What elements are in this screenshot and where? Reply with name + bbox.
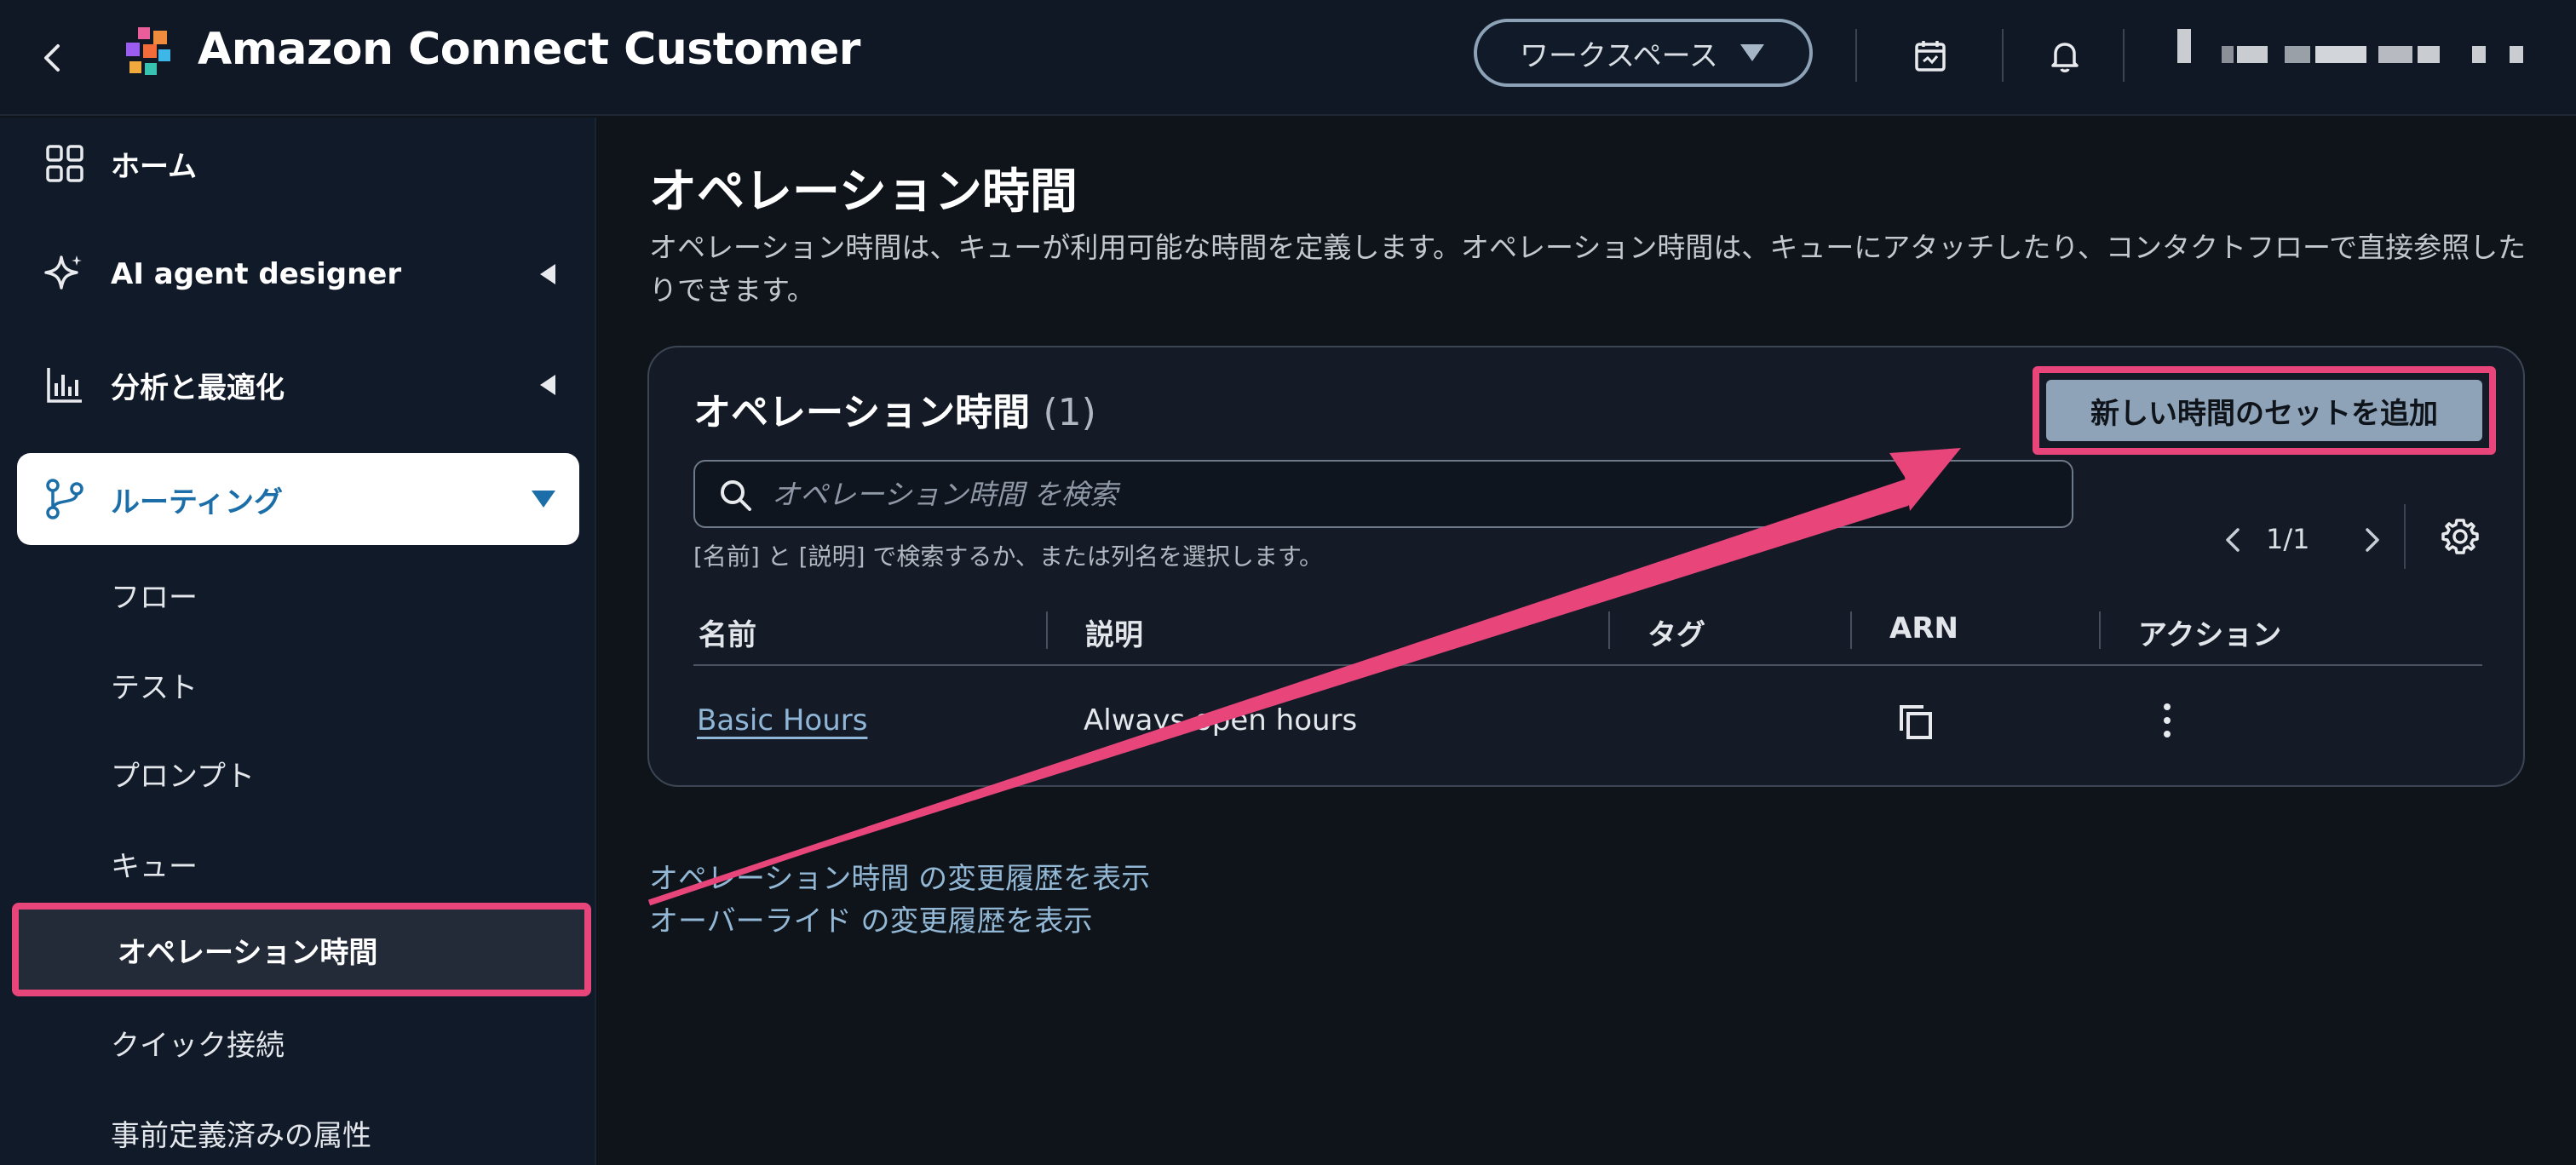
sidebar: ホーム AI agent designer 分析と最適化 ルーティング フロー … bbox=[0, 118, 596, 1165]
grid-icon bbox=[41, 140, 89, 187]
column-divider bbox=[1046, 611, 1048, 649]
previous-page-button[interactable] bbox=[2208, 514, 2259, 565]
sidebar-item-home[interactable]: ホーム bbox=[17, 118, 579, 209]
add-hours-button[interactable]: 新しい時間のセットを追加 bbox=[2046, 380, 2482, 441]
bell-icon bbox=[2051, 43, 2079, 72]
column-header-tags[interactable]: タグ bbox=[1647, 611, 1705, 653]
sidebar-subitem-label: テスト bbox=[111, 670, 198, 705]
table-settings-button[interactable] bbox=[2433, 509, 2487, 564]
page-title: オペレーション時間 bbox=[649, 164, 1078, 220]
kebab-dot-icon bbox=[2164, 703, 2171, 710]
sidebar-subitem-label: キュー bbox=[111, 849, 198, 884]
kebab-dot-icon bbox=[2164, 731, 2171, 737]
bar-chart-icon bbox=[41, 361, 89, 409]
amazon-connect-logo bbox=[126, 27, 170, 75]
hours-table-card: オペレーション時間 (1) 新しい時間のセットを追加 [名前] と [説明] で… bbox=[647, 346, 2525, 787]
card-title-text: オペレーション時間 bbox=[693, 391, 1031, 434]
back-button[interactable] bbox=[29, 34, 77, 82]
sidebar-item-analytics[interactable]: 分析と最適化 bbox=[17, 339, 579, 431]
row-name-link[interactable]: Basic Hours bbox=[697, 703, 867, 737]
sidebar-subitem-quick-connects[interactable]: クイック接続 bbox=[17, 1001, 579, 1083]
sidebar-subitem-flows[interactable]: フロー bbox=[17, 554, 579, 635]
gear-icon bbox=[2441, 519, 2479, 554]
workspace-button[interactable]: ワークスペース bbox=[1474, 19, 1813, 87]
column-divider bbox=[1608, 611, 1610, 649]
table-header: 名前 説明 タグ ARN アクション bbox=[693, 596, 2482, 664]
caret-left-icon bbox=[540, 264, 555, 284]
sidebar-item-label: ホーム bbox=[111, 149, 197, 184]
sidebar-subitem-test[interactable]: テスト bbox=[17, 644, 579, 726]
column-header-name[interactable]: 名前 bbox=[699, 611, 756, 653]
user-menu[interactable] bbox=[2177, 29, 2535, 72]
column-divider bbox=[2099, 611, 2101, 649]
sidebar-subitem-label: クイック接続 bbox=[111, 1028, 285, 1063]
sidebar-item-label: ルーティング bbox=[111, 485, 283, 519]
card-count: (1) bbox=[1043, 391, 1096, 434]
routing-icon bbox=[41, 475, 89, 523]
page-indicator: 1/1 bbox=[2266, 523, 2310, 555]
app-title: Amazon Connect Customer bbox=[198, 24, 860, 75]
sidebar-item-label: AI agent designer bbox=[111, 257, 402, 291]
copy-arn-icon[interactable] bbox=[1895, 700, 1939, 744]
divider bbox=[2002, 29, 2004, 82]
sidebar-subitem-predefined-attributes[interactable]: 事前定義済みの属性 bbox=[17, 1092, 579, 1165]
sidebar-subitem-label: オペレーション時間 bbox=[118, 935, 378, 970]
sidebar-subitem-hours-of-operation[interactable]: オペレーション時間 bbox=[12, 903, 591, 996]
override-history-link[interactable]: オーバーライド の変更履歴を表示 bbox=[649, 898, 1092, 939]
sidebar-subitem-prompts[interactable]: プロンプト bbox=[17, 732, 579, 814]
hours-history-link[interactable]: オペレーション時間 の変更履歴を表示 bbox=[649, 855, 1150, 897]
column-header-arn[interactable]: ARN bbox=[1889, 611, 1958, 646]
search-input[interactable] bbox=[772, 462, 2050, 526]
calendar-icon bbox=[1915, 41, 1946, 72]
notifications-button[interactable] bbox=[2039, 31, 2090, 82]
search-icon bbox=[721, 480, 751, 511]
sidebar-item-routing[interactable]: ルーティング bbox=[17, 453, 579, 545]
row-description: Always open hours bbox=[1084, 703, 1358, 737]
workspace-label: ワークスペース bbox=[1520, 38, 1718, 73]
chevron-right-icon bbox=[2366, 528, 2379, 552]
next-page-button[interactable] bbox=[2346, 514, 2397, 565]
calendar-button[interactable] bbox=[1905, 31, 1956, 82]
top-bar: Amazon Connect Customer ワークスペース bbox=[0, 0, 2576, 116]
sparkle-icon bbox=[41, 250, 89, 298]
search-box bbox=[693, 460, 2073, 528]
column-header-description[interactable]: 説明 bbox=[1085, 611, 1143, 653]
row-actions-button[interactable] bbox=[2150, 697, 2184, 744]
sidebar-item-label: 分析と最適化 bbox=[111, 370, 285, 405]
kebab-dot-icon bbox=[2164, 717, 2171, 724]
divider bbox=[1855, 29, 1857, 82]
chevron-left-icon bbox=[44, 44, 60, 72]
add-button-highlight: 新しい時間のセットを追加 bbox=[2033, 366, 2496, 455]
caret-left-icon bbox=[540, 375, 555, 395]
sidebar-subitem-label: フロー bbox=[111, 580, 198, 615]
column-divider bbox=[1850, 611, 1852, 649]
page-description: オペレーション時間は、キューが利用可能な時間を定義します。オペレーション時間は、… bbox=[649, 231, 2527, 307]
search-hint: [名前] と [説明] で検索するか、または列名を選択します。 bbox=[693, 542, 1324, 571]
column-header-actions[interactable]: アクション bbox=[2138, 611, 2281, 653]
table-divider bbox=[693, 664, 2482, 666]
divider bbox=[2123, 29, 2125, 82]
sidebar-subitem-label: プロンプト bbox=[111, 759, 255, 794]
caret-down-icon bbox=[532, 491, 555, 508]
card-title: オペレーション時間 (1) bbox=[693, 382, 1096, 436]
sidebar-item-ai-agent-designer[interactable]: AI agent designer bbox=[17, 228, 579, 320]
chevron-left-icon bbox=[2226, 528, 2240, 552]
pager-divider bbox=[2404, 504, 2406, 569]
caret-down-icon bbox=[1739, 44, 1764, 61]
sidebar-subitem-label: 事前定義済みの属性 bbox=[111, 1118, 371, 1153]
sidebar-subitem-queues[interactable]: キュー bbox=[17, 823, 579, 904]
